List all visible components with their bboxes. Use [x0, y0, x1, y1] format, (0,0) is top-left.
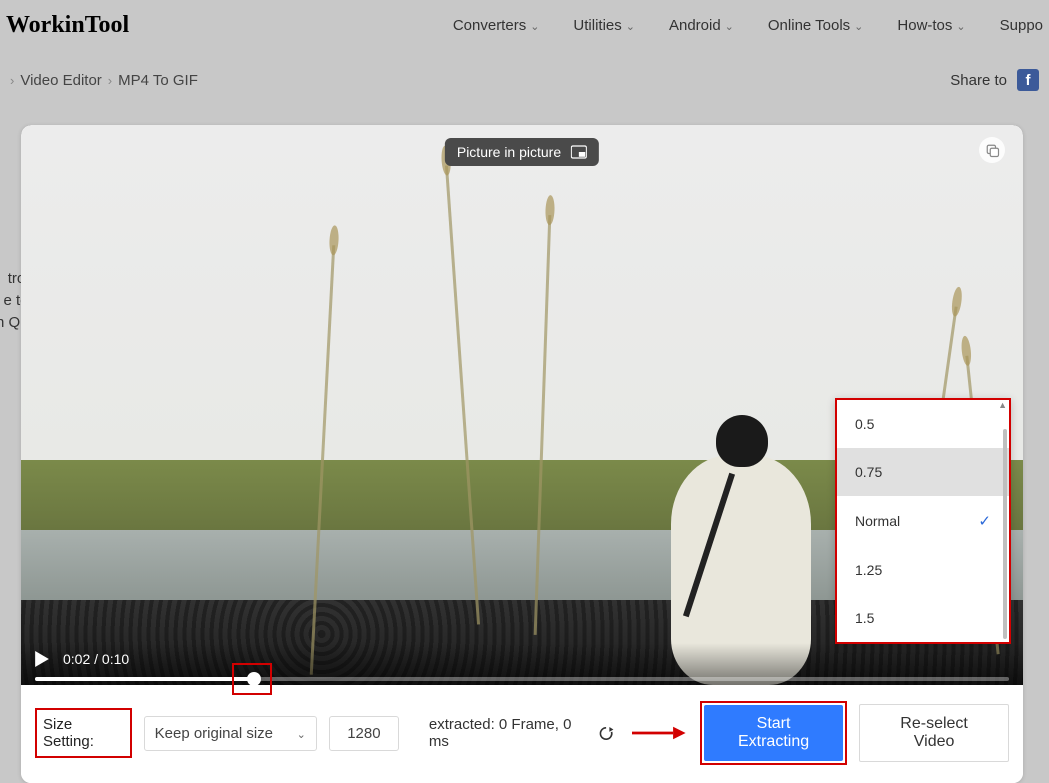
video-progress-bar[interactable] — [35, 677, 1009, 681]
scroll-up-icon[interactable]: ▲ — [998, 400, 1007, 410]
nav-howtos[interactable]: How-tos ⌄ — [897, 17, 965, 34]
video-current-time: 0:02 — [63, 651, 90, 667]
speed-option-0-75[interactable]: 0.75 — [837, 448, 1009, 496]
nav-links: Converters ⌄ Utilities ⌄ Android ⌄ Onlin… — [453, 17, 1043, 34]
speed-option-normal[interactable]: Normal ✓ — [837, 496, 1009, 546]
breadcrumb-current: MP4 To GIF — [118, 72, 198, 89]
speed-option-0-5[interactable]: 0.5 — [837, 400, 1009, 448]
chevron-right-icon: › — [108, 73, 112, 88]
video-controls: 0:02 / 0:10 — [21, 643, 1023, 685]
picture-in-picture-button[interactable]: Picture in picture — [445, 138, 599, 166]
nav-support[interactable]: Suppo — [1000, 17, 1043, 34]
chevron-down-icon: ⌄ — [854, 20, 863, 33]
nav-converters[interactable]: Converters ⌄ — [453, 17, 540, 34]
nav-utilities[interactable]: Utilities ⌄ — [573, 17, 635, 34]
video-duration: 0:10 — [102, 651, 129, 667]
video-player[interactable]: Picture in picture ▲ 0.5 0.75 Normal — [21, 125, 1023, 685]
share-label: Share to — [950, 72, 1007, 89]
nav-android[interactable]: Android ⌄ — [669, 17, 734, 34]
chevron-down-icon: ⌄ — [530, 20, 539, 33]
extract-toolbar: Size Setting: Keep original size ⌄ extra… — [21, 685, 1023, 783]
reload-icon[interactable] — [598, 725, 614, 742]
nav-utilities-label: Utilities — [573, 17, 621, 34]
nav-support-label: Suppo — [1000, 17, 1043, 34]
speed-option-label: 1.5 — [855, 610, 874, 626]
copy-icon[interactable] — [979, 137, 1005, 163]
video-time: 0:02 / 0:10 — [63, 651, 129, 667]
nav-online-label: Online Tools — [768, 17, 850, 34]
chevron-down-icon: ⌄ — [297, 728, 306, 741]
extracted-label: extracted: 0 Frame, 0 ms — [429, 716, 588, 750]
chevron-down-icon: ⌄ — [956, 20, 965, 33]
video-progress-fill — [35, 677, 254, 681]
top-nav: WorkinTool Converters ⌄ Utilities ⌄ Andr… — [0, 0, 1049, 69]
reselect-video-button[interactable]: Re-select Video — [859, 704, 1009, 762]
speed-option-label: 0.5 — [855, 416, 874, 432]
nav-converters-label: Converters — [453, 17, 526, 34]
annotation-arrow — [632, 723, 686, 743]
speed-option-label: 1.25 — [855, 562, 882, 578]
size-select[interactable]: Keep original size ⌄ — [144, 716, 317, 751]
size-setting-label: Size Setting: — [35, 708, 132, 758]
pip-icon — [571, 145, 587, 159]
breadcrumb-row: › Video Editor › MP4 To GIF Share to f — [0, 69, 1049, 95]
speed-option-1-25[interactable]: 1.25 — [837, 546, 1009, 594]
speed-option-1-5[interactable]: 1.5 — [837, 594, 1009, 642]
chevron-down-icon: ⌄ — [725, 20, 734, 33]
speed-menu-scrollbar[interactable] — [1003, 429, 1007, 639]
extracted-status: extracted: 0 Frame, 0 ms — [429, 716, 614, 750]
nav-howtos-label: How-tos — [897, 17, 952, 34]
chevron-down-icon: ⌄ — [626, 20, 635, 33]
nav-online-tools[interactable]: Online Tools ⌄ — [768, 17, 864, 34]
breadcrumb-parent[interactable]: Video Editor — [20, 72, 101, 89]
speed-option-label: 0.75 — [855, 464, 882, 480]
facebook-share-button[interactable]: f — [1017, 69, 1039, 91]
logo[interactable]: WorkinTool — [6, 12, 129, 39]
chevron-right-icon: › — [10, 73, 14, 88]
size-select-value: Keep original size — [155, 725, 273, 742]
playback-speed-menu: ▲ 0.5 0.75 Normal ✓ 1.25 1.5 — [835, 398, 1011, 644]
nav-android-label: Android — [669, 17, 721, 34]
check-icon: ✓ — [978, 512, 991, 530]
speed-option-label: Normal — [855, 513, 900, 529]
pip-label: Picture in picture — [457, 144, 561, 160]
video-progress-thumb[interactable] — [247, 672, 261, 686]
editor-card: Picture in picture ▲ 0.5 0.75 Normal — [21, 125, 1023, 783]
play-icon[interactable] — [35, 651, 49, 667]
size-width-input[interactable] — [329, 716, 399, 751]
share-area: Share to f — [950, 69, 1039, 91]
